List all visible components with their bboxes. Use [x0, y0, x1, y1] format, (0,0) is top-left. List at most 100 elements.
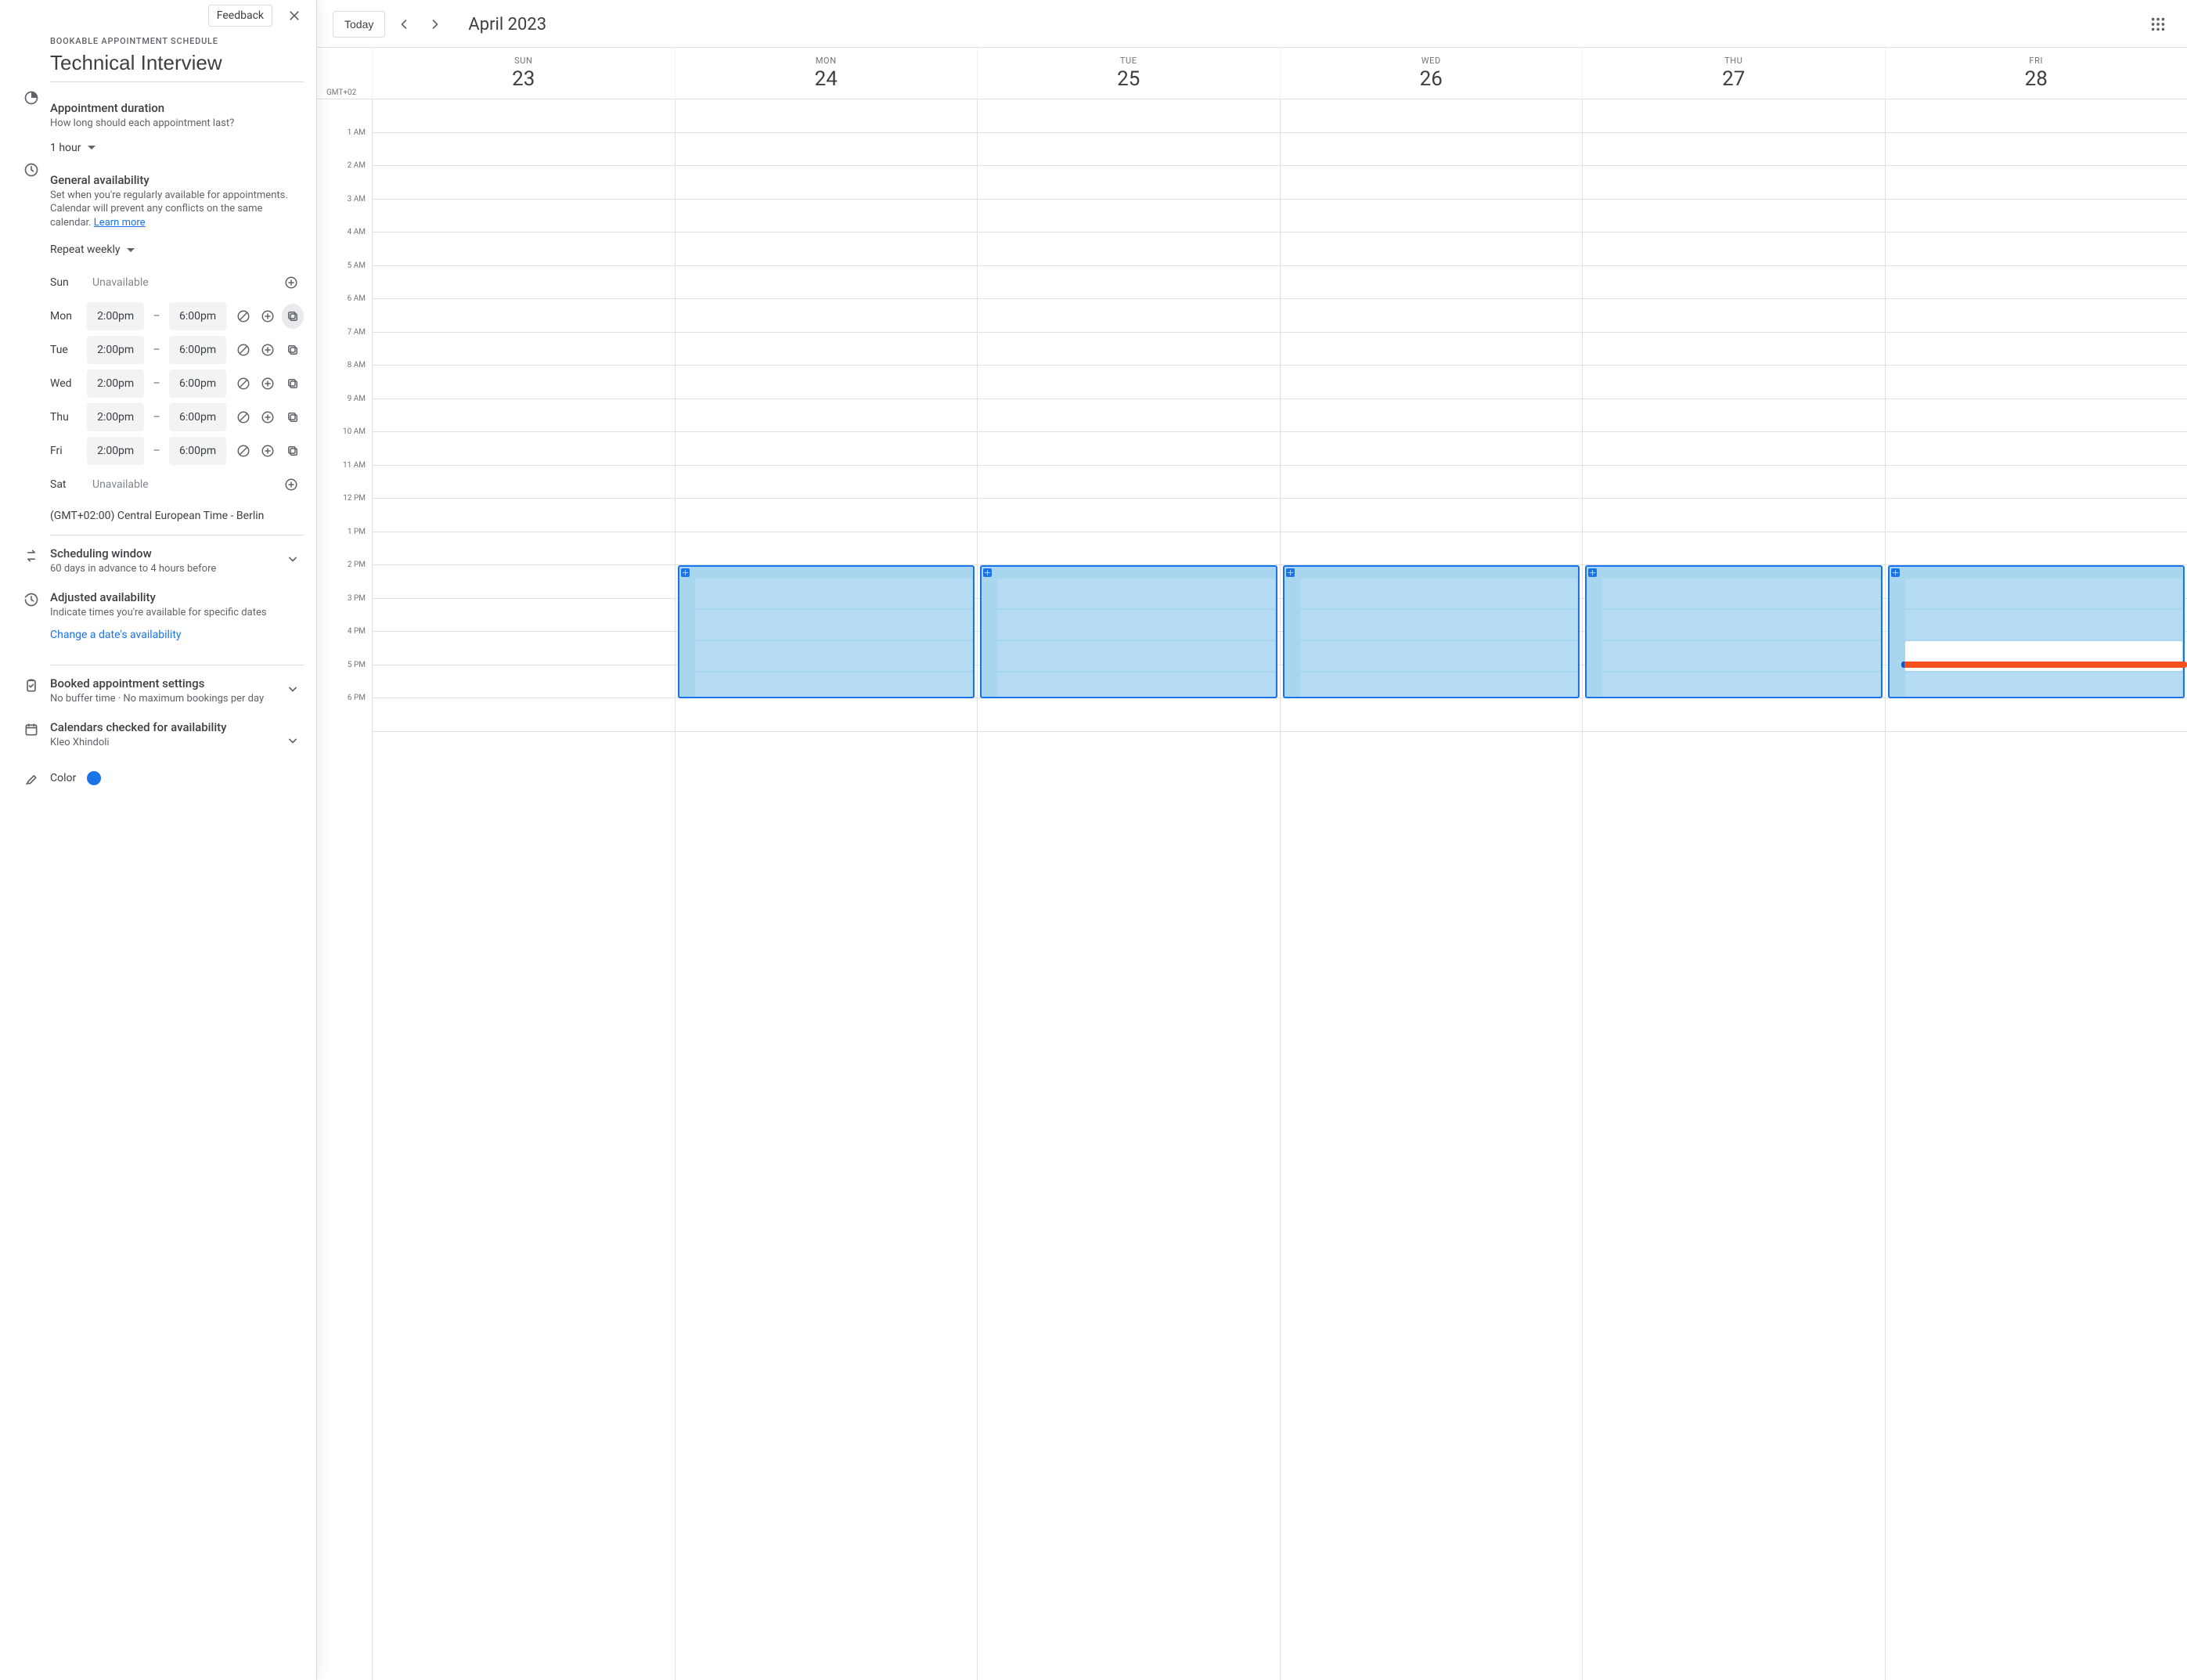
appointment-slot[interactable]: [997, 641, 1275, 671]
day-column[interactable]: [372, 99, 675, 1680]
appointment-slot[interactable]: [1905, 672, 2183, 698]
day-header-sun[interactable]: SUN23: [372, 48, 675, 99]
caret-down-icon: [127, 248, 135, 252]
duration-select[interactable]: 1 hour: [50, 142, 95, 154]
day-header-wed[interactable]: WED26: [1280, 48, 1583, 99]
end-time-input[interactable]: 6:00pm: [169, 437, 226, 465]
copy-slot-icon[interactable]: [282, 405, 304, 430]
block-handle[interactable]: [1890, 567, 2184, 578]
appointment-block[interactable]: [980, 565, 1277, 698]
hour-label: 4 AM: [348, 228, 366, 236]
add-slot-icon[interactable]: [258, 405, 279, 430]
calendar-icon: [23, 722, 39, 737]
appointment-slot[interactable]: [1300, 579, 1578, 608]
clear-slot-icon[interactable]: [232, 304, 254, 329]
appointment-slot[interactable]: [1602, 641, 1880, 671]
day-header-tue[interactable]: TUE25: [977, 48, 1280, 99]
appointment-slot[interactable]: [1905, 579, 2183, 608]
hour-label: 2 PM: [348, 561, 366, 569]
day-header-thu[interactable]: THU27: [1582, 48, 1885, 99]
appointment-slot[interactable]: [1300, 672, 1578, 698]
adjusted-availability-section: Adjusted availability Indicate times you…: [0, 587, 316, 653]
grid-icon: [1891, 568, 1900, 577]
copy-slot-icon[interactable]: [282, 337, 304, 362]
appointment-block[interactable]: [678, 565, 975, 698]
appointment-block[interactable]: [1888, 565, 2185, 698]
appointment-slot[interactable]: [695, 641, 973, 671]
change-availability-link[interactable]: Change a date's availability: [50, 629, 182, 641]
avail-row-mon: Mon 2:00pm – 6:00pm: [50, 301, 304, 332]
appointment-slot[interactable]: [1300, 641, 1578, 671]
today-button[interactable]: Today: [333, 11, 385, 38]
time-separator: –: [147, 411, 166, 424]
booked-settings-section[interactable]: Booked appointment settings No buffer ti…: [0, 665, 316, 717]
clear-slot-icon[interactable]: [232, 337, 254, 362]
learn-more-link[interactable]: Learn more: [94, 217, 146, 229]
appointment-block[interactable]: [1585, 565, 1883, 698]
start-time-input[interactable]: 2:00pm: [87, 302, 144, 330]
block-handle[interactable]: [679, 567, 974, 578]
copy-slot-icon[interactable]: [282, 304, 304, 329]
add-slot-icon[interactable]: [258, 304, 279, 329]
block-handle[interactable]: [1284, 567, 1579, 578]
start-time-input[interactable]: 2:00pm: [87, 370, 144, 398]
appointment-slot[interactable]: [1602, 579, 1880, 608]
appointment-slot[interactable]: [1905, 610, 2183, 640]
calendar-grid[interactable]: 1 AM2 AM3 AM4 AM5 AM6 AM7 AM8 AM9 AM10 A…: [317, 99, 2187, 1680]
prev-week-button[interactable]: [391, 12, 416, 37]
day-column[interactable]: [1582, 99, 1885, 1680]
close-icon[interactable]: [285, 6, 304, 25]
day-column[interactable]: [1885, 99, 2187, 1680]
repeat-select[interactable]: Repeat weekly: [50, 243, 135, 256]
day-column[interactable]: [1280, 99, 1583, 1680]
week-header: GMT+02 SUN23 MON24 TUE25 WED26 THU27 FRI…: [317, 47, 2187, 99]
appointment-slot[interactable]: [1300, 610, 1578, 640]
appointment-slot[interactable]: [1602, 672, 1880, 698]
start-time-input[interactable]: 2:00pm: [87, 437, 144, 465]
end-time-input[interactable]: 6:00pm: [169, 336, 226, 364]
clear-slot-icon[interactable]: [232, 405, 254, 430]
end-time-input[interactable]: 6:00pm: [169, 370, 226, 398]
appointment-slot[interactable]: [695, 672, 973, 698]
clear-slot-icon[interactable]: [232, 438, 254, 463]
apps-grid-icon[interactable]: [2149, 16, 2167, 33]
day-column[interactable]: [675, 99, 978, 1680]
calendars-checked-section[interactable]: Calendars checked for availability Kleo …: [0, 717, 316, 761]
day-header-mon[interactable]: MON24: [675, 48, 978, 99]
feedback-button[interactable]: Feedback: [208, 5, 272, 27]
schedule-title-input[interactable]: [50, 46, 304, 82]
dow: WED: [1281, 56, 1583, 66]
add-slot-icon[interactable]: [258, 337, 279, 362]
day-header-fri[interactable]: FRI28: [1885, 48, 2187, 99]
appointment-slot[interactable]: [1602, 610, 1880, 640]
start-time-input[interactable]: 2:00pm: [87, 403, 144, 431]
add-slot-icon[interactable]: [258, 438, 279, 463]
clear-slot-icon[interactable]: [232, 371, 254, 396]
add-slot-icon[interactable]: [279, 472, 304, 497]
add-slot-icon[interactable]: [279, 270, 304, 295]
day-label: Mon: [50, 310, 84, 323]
block-handle[interactable]: [1587, 567, 1881, 578]
color-select[interactable]: [87, 771, 106, 785]
block-handle[interactable]: [982, 567, 1276, 578]
copy-slot-icon[interactable]: [282, 438, 304, 463]
appointment-slot[interactable]: [695, 579, 973, 608]
start-time-input[interactable]: 2:00pm: [87, 336, 144, 364]
copy-slot-icon[interactable]: [282, 371, 304, 396]
end-time-input[interactable]: 6:00pm: [169, 403, 226, 431]
appointment-slot[interactable]: [997, 672, 1275, 698]
end-time-input[interactable]: 6:00pm: [169, 302, 226, 330]
day-column[interactable]: [977, 99, 1280, 1680]
time-separator: –: [147, 310, 166, 323]
scheduling-window-section[interactable]: Scheduling window 60 days in advance to …: [0, 535, 316, 587]
day-label: Tue: [50, 344, 84, 356]
add-slot-icon[interactable]: [258, 371, 279, 396]
busy-event[interactable]: [1901, 662, 2187, 668]
appointment-slot[interactable]: [695, 610, 973, 640]
appointment-slot[interactable]: [997, 579, 1275, 608]
appointment-block[interactable]: [1283, 565, 1580, 698]
grid-icon: [681, 568, 690, 577]
next-week-button[interactable]: [423, 12, 448, 37]
appointment-slot[interactable]: [997, 610, 1275, 640]
timezone-select[interactable]: (GMT+02:00) Central European Time - Berl…: [50, 510, 304, 522]
